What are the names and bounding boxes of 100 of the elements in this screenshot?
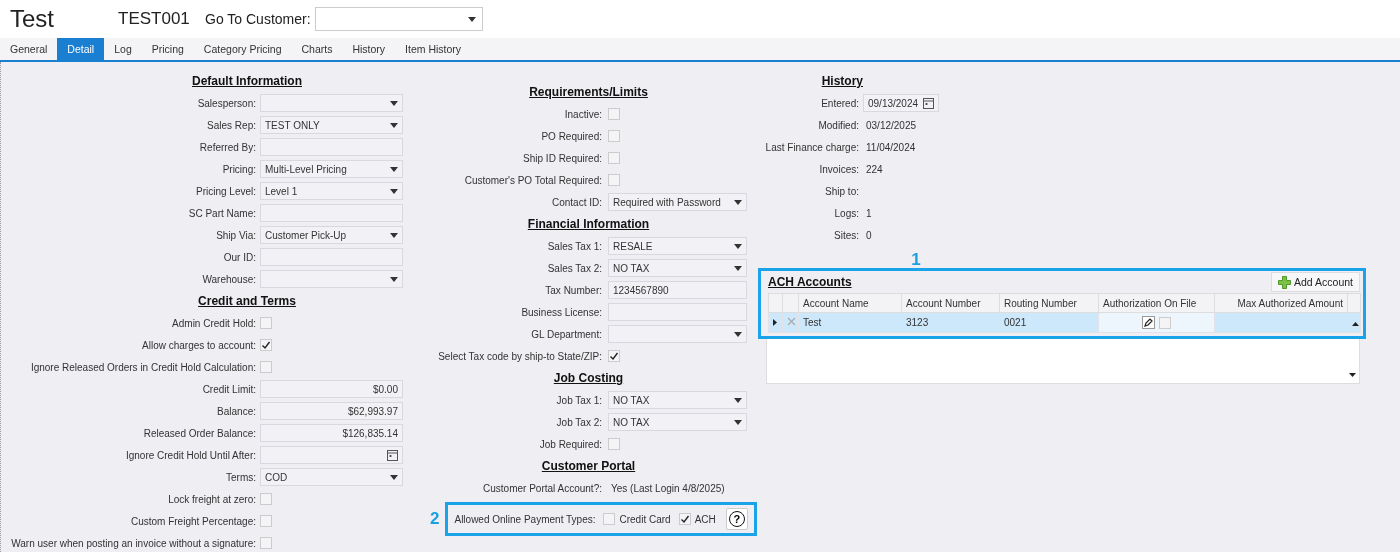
checkbox[interactable] <box>260 515 272 527</box>
checkbox[interactable] <box>260 317 272 329</box>
dropdown-field[interactable]: NO TAX <box>608 259 747 277</box>
field-label: Sales Tax 1: <box>547 240 602 252</box>
dropdown-caret-icon <box>390 474 398 480</box>
dropdown-field[interactable]: NO TAX <box>608 391 747 409</box>
tab[interactable]: Detail <box>57 38 105 60</box>
callout-number: 2 <box>430 509 440 529</box>
section-heading: Credit and Terms <box>198 294 296 308</box>
field-label: Invoices: <box>819 163 859 175</box>
edit-icon[interactable] <box>1142 316 1155 329</box>
tab[interactable]: General <box>0 38 58 60</box>
field-label: Sites: <box>834 229 859 241</box>
callout-number: 1 <box>911 250 921 269</box>
field-label: Custom Freight Percentage: <box>130 515 256 527</box>
dropdown-field[interactable]: Required with Password <box>608 193 747 211</box>
checkbox[interactable] <box>608 130 620 142</box>
tab[interactable]: History <box>342 38 396 60</box>
dropdown-field[interactable] <box>608 325 747 343</box>
dropdown-field[interactable]: Level 1 <box>260 182 403 200</box>
scroll-down-icon[interactable] <box>1349 373 1356 377</box>
field-label: Customer's PO Total Required: <box>464 174 602 186</box>
checkbox[interactable] <box>608 438 620 450</box>
dropdown-field[interactable]: NO TAX <box>608 413 747 431</box>
field-label: Ship to: <box>825 185 859 197</box>
field-label: Our ID: <box>223 251 256 263</box>
add-account-button[interactable]: Add Account <box>1271 272 1360 292</box>
text-field[interactable] <box>608 303 747 321</box>
amount-field[interactable]: $126,835.14 <box>260 424 403 442</box>
dropdown-caret-icon <box>734 243 742 249</box>
customer-name: Test <box>10 5 55 33</box>
section-heading: Customer Portal <box>541 459 636 473</box>
delete-icon[interactable] <box>787 317 796 326</box>
column-header[interactable]: Account Number <box>901 293 1000 313</box>
column-header[interactable]: Max Authorized Amount <box>1214 293 1348 313</box>
text-field[interactable]: 1234567890 <box>608 281 747 299</box>
column-header[interactable]: Routing Number <box>999 293 1099 313</box>
text-field[interactable] <box>260 204 403 222</box>
column-header[interactable]: Authorization On File <box>1098 293 1215 313</box>
help-button[interactable]: ? <box>725 508 748 530</box>
amount-field[interactable]: $62,993.97 <box>260 402 403 420</box>
field-label: Warn user when posting an invoice without a signature: <box>11 537 256 549</box>
customer-dropdown[interactable] <box>314 7 483 31</box>
field-label: Admin Credit Hold: <box>172 317 256 329</box>
text-field[interactable] <box>260 138 403 156</box>
field-value: 224 <box>865 163 883 175</box>
field-label: GL Department: <box>531 328 602 340</box>
date-field[interactable]: 09/13/2024 <box>863 94 940 112</box>
checkbox[interactable] <box>608 108 620 120</box>
dropdown-field[interactable]: Customer Pick-Up <box>260 226 403 244</box>
section-heading: Default Information <box>192 74 302 88</box>
field-label: Ship Via: <box>216 229 256 241</box>
scroll-up-icon[interactable] <box>1352 322 1359 326</box>
table-row[interactable]: Test 3123 0021 <box>768 312 1361 333</box>
field-label: Customer Portal Account?: <box>483 482 602 494</box>
dropdown-field[interactable]: Multi-Level Pricing <box>260 160 403 178</box>
amount-field[interactable]: $0.00 <box>260 380 403 398</box>
checkbox[interactable] <box>260 339 272 351</box>
field-label: SC Part Name: <box>188 207 256 219</box>
field-value: 0 <box>865 229 872 241</box>
field-label: Terms: <box>226 471 256 483</box>
checkbox[interactable] <box>608 174 620 186</box>
checkbox[interactable] <box>608 350 620 362</box>
checkbox[interactable] <box>1159 316 1171 329</box>
checkbox[interactable] <box>603 513 616 525</box>
date-field[interactable] <box>260 446 403 464</box>
section-heading: ACH Accounts <box>768 275 852 289</box>
dropdown-field[interactable] <box>260 94 403 112</box>
checkbox[interactable] <box>608 152 620 164</box>
column-header[interactable]: Account Name <box>798 293 902 313</box>
field-label: Balance: <box>217 405 256 417</box>
dropdown-caret-icon <box>734 331 742 337</box>
tab[interactable]: Charts <box>291 38 343 60</box>
dropdown-field[interactable] <box>260 270 403 288</box>
tab[interactable]: Category Pricing <box>193 38 292 60</box>
calendar-icon[interactable] <box>387 449 398 461</box>
tab[interactable]: Log <box>104 38 142 60</box>
dropdown-field[interactable]: RESALE <box>608 237 747 255</box>
checkbox[interactable] <box>260 361 272 373</box>
field-label: Tax Number: <box>545 284 602 296</box>
field-label: Referred By: <box>199 141 256 153</box>
current-row-icon <box>773 319 777 326</box>
dropdown-caret-icon <box>390 122 398 128</box>
field-label: Select Tax code by ship-to State/ZIP: <box>438 350 602 362</box>
tab[interactable]: Item History <box>395 38 472 60</box>
dropdown-field[interactable]: TEST ONLY <box>260 116 403 134</box>
field-label: Ship ID Required: <box>523 152 602 164</box>
checkbox[interactable] <box>260 537 272 549</box>
calendar-icon[interactable] <box>923 97 935 109</box>
field-label: Go To Customer: <box>205 11 311 27</box>
dropdown-caret-icon <box>390 100 398 106</box>
checkbox[interactable] <box>260 493 272 505</box>
dropdown-caret-icon <box>734 397 742 403</box>
field-label: Job Required: <box>539 438 602 450</box>
field-label: Job Tax 2: <box>556 416 602 428</box>
tab[interactable]: Pricing <box>141 38 194 60</box>
text-field[interactable] <box>260 248 403 266</box>
checkbox[interactable] <box>678 513 691 525</box>
dropdown-field[interactable]: COD <box>260 468 403 486</box>
field-label: Business License: <box>521 306 602 318</box>
